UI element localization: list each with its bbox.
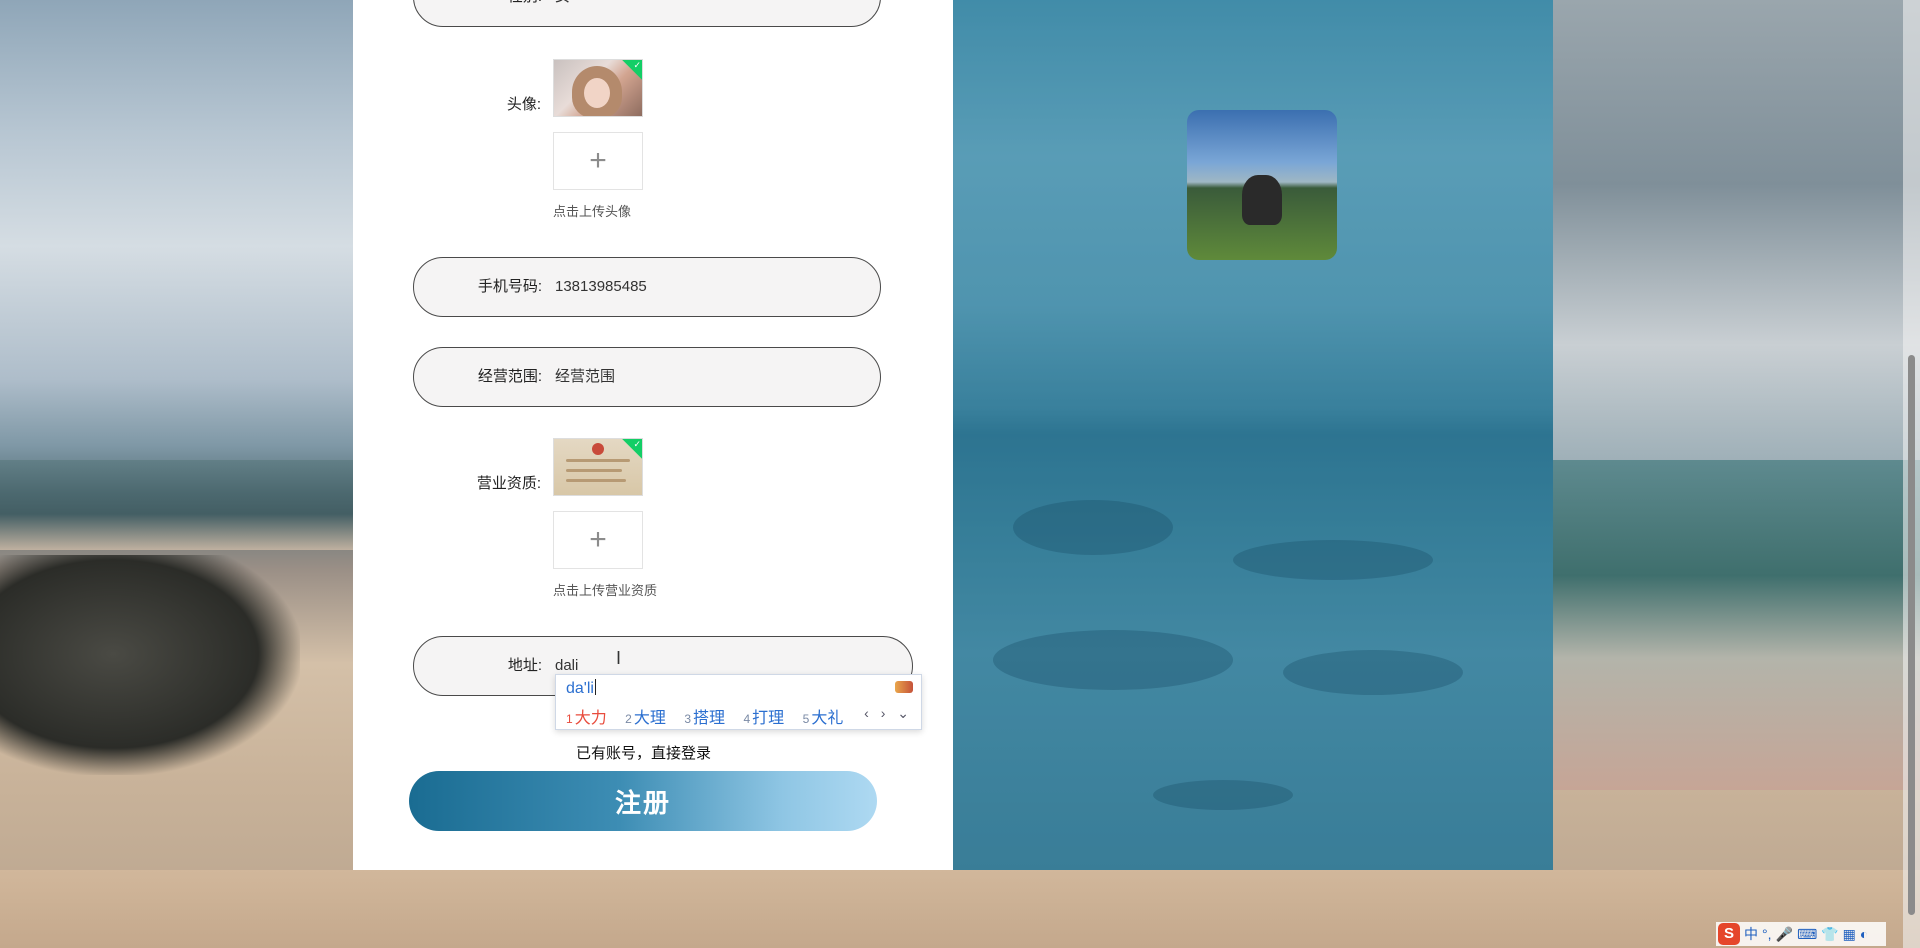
- gender-value: 女: [555, 0, 570, 26]
- decorative-image-panel: [953, 0, 1553, 870]
- avatar-upload-button[interactable]: +: [553, 132, 643, 190]
- register-form-panel: 性别: 女 头像: ✓ + 点击上传头像 手机号码: 13813985485 经…: [353, 0, 953, 870]
- gender-label: 性别:: [508, 0, 542, 26]
- ime-candidate[interactable]: 2 大理: [625, 710, 666, 727]
- ime-skin-icon[interactable]: [895, 681, 913, 693]
- phone-input[interactable]: 13813985485: [555, 258, 647, 316]
- business-scope-label: 经营范围:: [477, 368, 542, 385]
- keyboard-icon[interactable]: ⌨: [1797, 926, 1817, 943]
- address-label: 地址:: [507, 657, 542, 674]
- scrollbar-thumb[interactable]: [1908, 355, 1915, 915]
- background-sand: [0, 870, 1920, 948]
- license-upload-hint: 点击上传营业资质: [553, 583, 658, 598]
- punctuation-toggle[interactable]: °,: [1762, 926, 1772, 942]
- license-upload-button[interactable]: +: [553, 511, 643, 569]
- ime-composition: da'li: [566, 680, 594, 697]
- skin-icon[interactable]: ◐: [1860, 926, 1868, 942]
- register-button[interactable]: 注册: [409, 771, 877, 831]
- ime-candidate-list: 1 大力 2 大理 3 搭理 4 打理 5 大礼: [566, 704, 857, 728]
- background-sea-left: [0, 460, 353, 550]
- ime-candidate-window[interactable]: da'li 1 大力 2 大理 3 搭理 4 打理 5 大礼 ‹ › ⌄: [555, 674, 922, 730]
- ime-page-nav[interactable]: ‹ › ⌄: [864, 705, 913, 722]
- check-icon: ✓: [633, 439, 641, 449]
- phone-field[interactable]: 手机号码: 13813985485: [413, 257, 881, 317]
- shirt-icon[interactable]: 👕: [1821, 926, 1838, 943]
- text-cursor-icon: I: [616, 648, 622, 668]
- ime-candidate[interactable]: 4 打理: [743, 710, 784, 727]
- check-icon: ✓: [633, 60, 641, 70]
- background-sea-right: [1553, 460, 1920, 790]
- background-rock: [0, 555, 300, 775]
- license-label: 营业资质:: [476, 475, 541, 492]
- phone-label: 手机号码:: [477, 278, 542, 295]
- page-scrollbar[interactable]: [1903, 0, 1920, 948]
- user-avatar-image: [1187, 110, 1337, 260]
- grid-icon[interactable]: ▦: [1843, 926, 1856, 943]
- microphone-icon[interactable]: 🎤: [1776, 926, 1793, 943]
- avatar-label: 头像:: [506, 96, 541, 113]
- ime-mode-toggle[interactable]: 中: [1744, 924, 1758, 944]
- ime-candidate[interactable]: 3 搭理: [684, 710, 725, 727]
- license-preview[interactable]: ✓: [553, 438, 643, 496]
- ime-candidate[interactable]: 1 大力: [566, 710, 607, 727]
- ime-toolbar[interactable]: S 中 °, 🎤 ⌨ 👕 ▦ ◐: [1716, 922, 1886, 946]
- sogou-logo-icon[interactable]: S: [1718, 923, 1740, 945]
- gender-field[interactable]: 性别: 女: [413, 0, 881, 27]
- ime-candidate[interactable]: 5 大礼: [803, 710, 844, 727]
- avatar-preview[interactable]: ✓: [553, 59, 643, 117]
- background-sky-right: [1553, 0, 1920, 460]
- avatar-upload-hint: 点击上传头像: [553, 204, 632, 219]
- login-link[interactable]: 已有账号，直接登录: [576, 742, 711, 763]
- business-scope-field[interactable]: 经营范围: 经营范围: [413, 347, 881, 407]
- business-scope-input[interactable]: 经营范围: [555, 348, 615, 406]
